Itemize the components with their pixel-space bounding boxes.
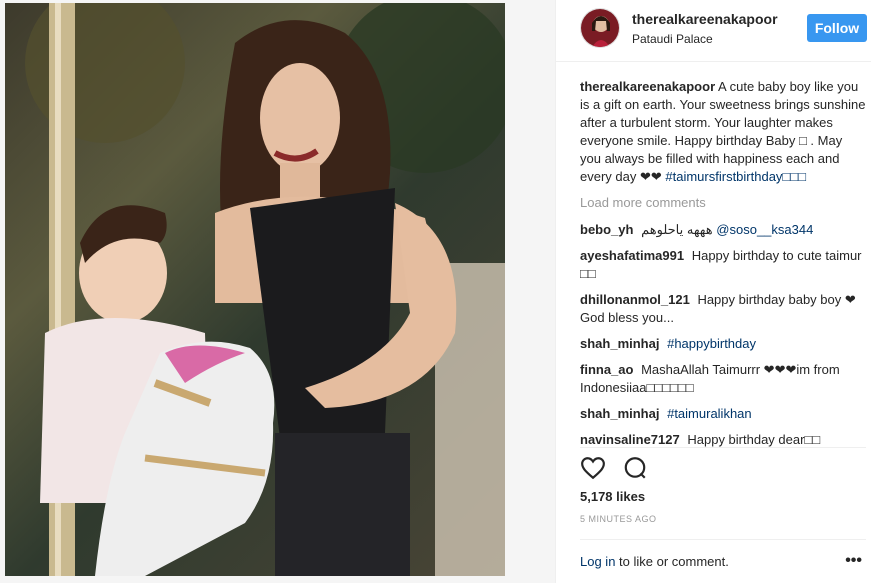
comment-mention[interactable]: @soso__ksa344 bbox=[716, 222, 813, 237]
comment-item: finna_ao MashaAllah Taimurrr ❤❤❤im from … bbox=[580, 361, 866, 397]
divider bbox=[580, 539, 866, 540]
comment-username[interactable]: shah_minhaj bbox=[580, 406, 659, 421]
post-header: therealkareenakapoor Pataudi Palace Foll… bbox=[556, 0, 871, 62]
post-timestamp[interactable]: 5 MINUTES AGO bbox=[580, 514, 657, 524]
heart-icon[interactable] bbox=[580, 455, 606, 481]
post-caption: therealkareenakapoor A cute baby boy lik… bbox=[580, 78, 866, 186]
caption-hashtag[interactable]: #taimursfirstbirthday□□□ bbox=[665, 169, 806, 184]
comment-item: ayeshafatima991 Happy birthday to cute t… bbox=[580, 247, 866, 283]
comment-item: navinsaline7127 Happy birthday dear□□ bbox=[580, 431, 866, 447]
caption-username[interactable]: therealkareenakapoor bbox=[580, 79, 715, 94]
avatar-image bbox=[581, 9, 619, 47]
more-options-icon[interactable]: ••• bbox=[845, 553, 862, 569]
photo-illustration bbox=[25, 3, 505, 576]
follow-button[interactable]: Follow bbox=[807, 14, 867, 42]
post-photo[interactable] bbox=[5, 3, 505, 576]
comment-text: هههه ياحلوهم bbox=[641, 222, 713, 237]
comment-item: dhillonanmol_121 Happy birthday baby boy… bbox=[580, 291, 866, 327]
comment-item: shah_minhaj #happybirthday bbox=[580, 335, 866, 353]
comment-username[interactable]: dhillonanmol_121 bbox=[580, 292, 690, 307]
avatar[interactable] bbox=[580, 8, 620, 48]
comment-hashtag[interactable]: #happybirthday bbox=[667, 336, 756, 351]
comment-hashtag[interactable]: #taimuralikhan bbox=[667, 406, 752, 421]
comment-username[interactable]: finna_ao bbox=[580, 362, 633, 377]
post-actions bbox=[580, 455, 660, 483]
comment-item: bebo_yh هههه ياحلوهم @soso__ksa344 bbox=[580, 221, 866, 239]
login-link[interactable]: Log in bbox=[580, 554, 615, 569]
post-username[interactable]: therealkareenakapoor bbox=[632, 11, 778, 27]
comment-icon[interactable] bbox=[622, 455, 648, 481]
post-image-container bbox=[0, 0, 555, 583]
comment-username[interactable]: ayeshafatima991 bbox=[580, 248, 684, 263]
comments-list[interactable]: therealkareenakapoor A cute baby boy lik… bbox=[580, 78, 866, 447]
comment-username[interactable]: shah_minhaj bbox=[580, 336, 659, 351]
divider bbox=[580, 447, 866, 448]
post-location[interactable]: Pataudi Palace bbox=[632, 32, 713, 46]
load-more-comments-link[interactable]: Load more comments bbox=[580, 194, 866, 212]
likes-count[interactable]: 5,178 likes bbox=[580, 489, 645, 504]
login-prompt-text: to like or comment. bbox=[615, 554, 729, 569]
comment-username[interactable]: bebo_yh bbox=[580, 222, 633, 237]
comment-text: Happy birthday dear□□ bbox=[687, 432, 821, 447]
comment-username[interactable]: navinsaline7127 bbox=[580, 432, 680, 447]
login-prompt: Log in to like or comment. ••• bbox=[580, 553, 866, 570]
comment-item: shah_minhaj #taimuralikhan bbox=[580, 405, 866, 423]
post-side-panel: therealkareenakapoor Pataudi Palace Foll… bbox=[555, 0, 871, 583]
